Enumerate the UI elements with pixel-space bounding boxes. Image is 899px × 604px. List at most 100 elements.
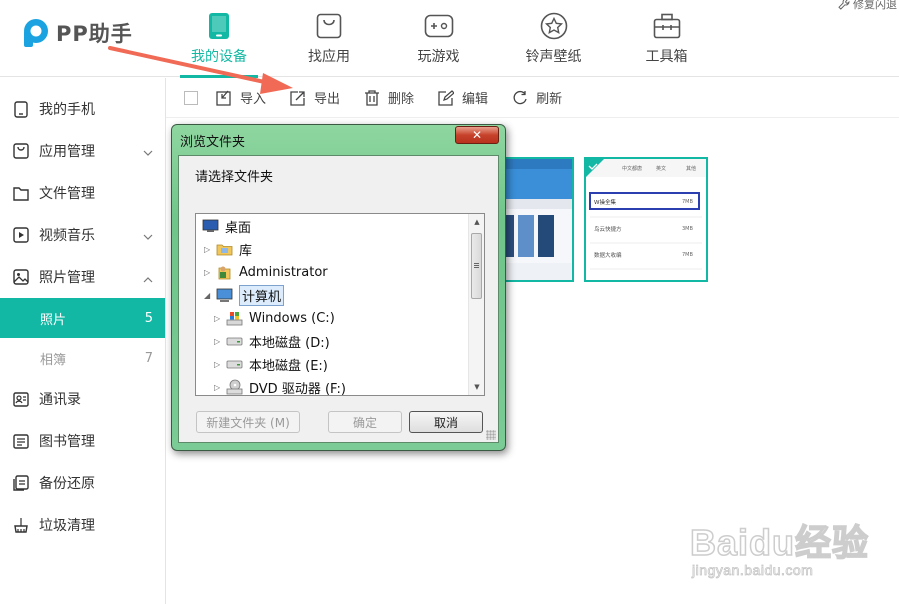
sidebar-item-label: 应用管理 xyxy=(39,144,95,160)
user-folder-icon xyxy=(216,264,234,280)
tree-item-label: Windows (C:) xyxy=(249,310,335,326)
sidebar-item-junk-cleanup[interactable]: 垃圾清理 xyxy=(0,504,165,546)
tree-item-label: DVD 驱动器 (F:) xyxy=(249,381,346,396)
chevron-down-icon[interactable] xyxy=(143,145,153,161)
sidebar-item-label: 视频音乐 xyxy=(39,228,95,244)
new-folder-button[interactable]: 新建文件夹 (M) xyxy=(196,411,300,433)
chevron-down-icon[interactable] xyxy=(143,229,153,245)
photo-count-badge: 5 xyxy=(144,310,153,326)
expand-arrow-icon[interactable]: ▷ xyxy=(214,360,224,369)
repair-crash-link[interactable]: 修复闪退 xyxy=(838,0,897,12)
sidebar-subitem-photos[interactable]: 照片 5 xyxy=(0,298,165,338)
scroll-down-arrow-icon[interactable]: ▼ xyxy=(469,379,484,395)
thumb-row-name: 鸟云快捷方 xyxy=(594,225,622,233)
disk-icon xyxy=(226,333,244,349)
thumb-row-size: 7MB xyxy=(682,252,693,258)
tree-item-label: 库 xyxy=(239,243,253,259)
star-icon xyxy=(540,11,568,41)
tree-item-library[interactable]: ▷ 库 xyxy=(204,238,252,260)
watermark-url: jingyan.baidu.com xyxy=(692,562,814,579)
edit-button[interactable]: 编辑 xyxy=(438,88,488,107)
tree-item-label: Administrator xyxy=(239,264,328,280)
chevron-up-icon[interactable] xyxy=(143,271,153,287)
scroll-up-arrow-icon[interactable]: ▲ xyxy=(469,214,484,230)
expand-arrow-icon[interactable]: ▷ xyxy=(214,383,224,392)
nav-label: 玩游戏 xyxy=(417,49,460,65)
nav-toolbox[interactable]: 工具箱 xyxy=(610,0,723,77)
sidebar-subitem-label: 照片 xyxy=(40,312,67,328)
export-label: 导出 xyxy=(314,92,341,107)
nav-label: 工具箱 xyxy=(645,49,688,65)
tree-item-computer[interactable]: ◢ 计算机 xyxy=(204,284,285,306)
refresh-button[interactable]: 刷新 xyxy=(512,88,562,107)
sidebar-subitem-albums[interactable]: 相簿 7 xyxy=(0,338,165,378)
disk-icon xyxy=(226,356,244,372)
sidebar-item-video-music[interactable]: 视频音乐 xyxy=(0,214,165,256)
desktop-icon xyxy=(202,218,220,234)
sidebar-item-file-management[interactable]: 文件管理 xyxy=(0,172,165,214)
dialog-close-button[interactable]: ✕ xyxy=(455,126,499,144)
refresh-icon xyxy=(513,90,527,104)
sidebar-item-photo-management[interactable]: 照片管理 xyxy=(0,256,165,298)
library-icon xyxy=(216,241,234,257)
backup-icon xyxy=(12,474,30,492)
tree-item-drive-d[interactable]: ▷ 本地磁盘 (D:) xyxy=(214,330,330,352)
sidebar: 我的手机 应用管理 文件管理 视频音乐 照片管理 照片 5 相簿 7 通讯录 图… xyxy=(0,78,166,604)
edit-label: 编辑 xyxy=(462,92,489,107)
tree-item-drive-f[interactable]: ▷ DVD 驱动器 (F:) xyxy=(214,376,346,396)
tree-item-label: 计算机 xyxy=(239,284,285,306)
refresh-label: 刷新 xyxy=(536,92,563,107)
photo-thumbnail[interactable]: 中文都唐 英文 其他 W操全集 7MB 鸟云快捷方 3MB 数据大收编 7MB xyxy=(584,157,708,282)
tree-item-drive-e[interactable]: ▷ 本地磁盘 (E:) xyxy=(214,353,328,375)
annotation-arrow xyxy=(108,46,293,94)
thumb-row-name: W操全集 xyxy=(594,198,616,206)
book-icon xyxy=(12,432,30,450)
collapse-arrow-icon[interactable]: ◢ xyxy=(204,291,214,300)
tree-item-label: 本地磁盘 (E:) xyxy=(249,358,328,374)
dvd-icon xyxy=(226,379,244,395)
phone-icon xyxy=(208,11,230,41)
thumb-tab: 英文 xyxy=(656,165,666,172)
thumb-row-size: 7MB xyxy=(682,199,693,205)
expand-arrow-icon[interactable]: ▷ xyxy=(204,245,214,254)
expand-arrow-icon[interactable]: ▷ xyxy=(214,314,224,323)
screenshot-image: 中文都唐 英文 其他 W操全集 7MB 鸟云快捷方 3MB 数据大收编 7MB xyxy=(586,159,706,280)
sidebar-item-label: 垃圾清理 xyxy=(39,518,95,534)
ok-button[interactable]: 确定 xyxy=(328,411,402,433)
folder-tree[interactable]: 桌面 ▷ 库 ▷ Administrator ◢ 计算机 ▷ Windows (… xyxy=(195,213,485,396)
delete-label: 删除 xyxy=(388,92,415,107)
expand-arrow-icon[interactable]: ▷ xyxy=(214,337,224,346)
sidebar-item-label: 备份还原 xyxy=(39,476,95,492)
sidebar-item-contacts[interactable]: 通讯录 xyxy=(0,378,165,420)
bag-icon xyxy=(12,142,30,160)
delete-button[interactable]: 删除 xyxy=(364,88,414,107)
tree-item-label: 本地磁盘 (D:) xyxy=(249,335,330,351)
dialog-prompt: 请选择文件夹 xyxy=(195,170,274,185)
tree-item-administrator[interactable]: ▷ Administrator xyxy=(204,261,328,283)
tree-item-drive-c[interactable]: ▷ Windows (C:) xyxy=(214,307,335,329)
photo-icon xyxy=(12,268,30,286)
tree-scrollbar[interactable]: ▲ ▼ xyxy=(468,214,484,395)
repair-crash-label: 修复闪退 xyxy=(853,0,897,11)
nav-label: 铃声壁纸 xyxy=(525,49,582,65)
album-count-badge: 7 xyxy=(144,350,153,366)
edit-icon xyxy=(438,89,455,106)
scrollbar-thumb[interactable] xyxy=(471,233,482,299)
sidebar-item-backup-restore[interactable]: 备份还原 xyxy=(0,462,165,504)
sidebar-item-label: 文件管理 xyxy=(39,186,95,202)
dialog-body: 请选择文件夹 桌面 ▷ 库 ▷ Administrator ◢ 计算机 ▷ Wi… xyxy=(178,155,499,443)
watermark-logo-text: Baidu经验 xyxy=(689,521,870,564)
expand-arrow-icon[interactable]: ▷ xyxy=(204,268,214,277)
nav-play-games[interactable]: 玩游戏 xyxy=(380,0,497,77)
gamepad-icon xyxy=(424,11,454,41)
tree-item-label: 桌面 xyxy=(225,220,252,236)
tree-item-desktop[interactable]: 桌面 xyxy=(202,215,251,237)
resize-grip-icon[interactable] xyxy=(486,430,496,440)
thumb-row-name: 数据大收编 xyxy=(594,251,622,259)
nav-ringtones-wallpapers[interactable]: 铃声壁纸 xyxy=(497,0,610,77)
cancel-button[interactable]: 取消 xyxy=(409,411,483,433)
dialog-title: 浏览文件夹 xyxy=(180,135,246,150)
sidebar-item-book-management[interactable]: 图书管理 xyxy=(0,420,165,462)
sidebar-item-app-management[interactable]: 应用管理 xyxy=(0,130,165,172)
sidebar-subitem-label: 相簿 xyxy=(40,352,67,368)
